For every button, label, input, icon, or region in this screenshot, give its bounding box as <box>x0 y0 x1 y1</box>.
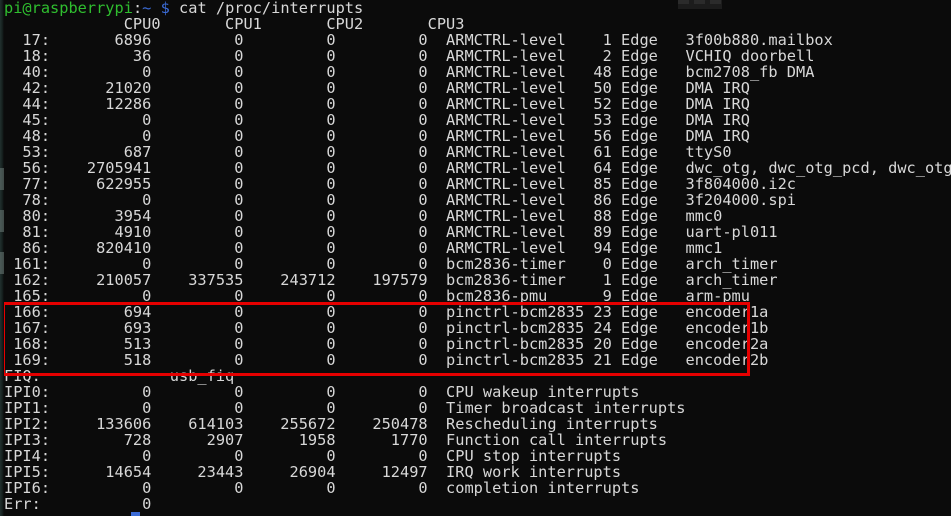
ipi-row: IPI6: 0 0 0 0 completion interrupts <box>4 479 640 497</box>
irq-row: 40: 0 0 0 0 ARMCTRL-level 48 Edge bcm270… <box>4 63 815 81</box>
irq-row: 81: 4910 0 0 0 ARMCTRL-level 89 Edge uar… <box>4 223 778 241</box>
irq-row: 53: 687 0 0 0 ARMCTRL-level 61 Edge ttyS… <box>4 143 732 161</box>
ipi-row: IPI5: 14654 23443 26904 12497 IRQ work i… <box>4 463 622 481</box>
irq-row: 17: 6896 0 0 0 ARMCTRL-level 1 Edge 3f00… <box>4 31 833 49</box>
irq-row: 56: 2705941 0 0 0 ARMCTRL-level 64 Edge … <box>4 159 951 177</box>
terminal-output[interactable]: pi@raspberrypi:~ $ cat /proc/interrupts … <box>0 0 951 516</box>
irq-row: 165: 0 0 0 0 bcm2836-pmu 9 Edge arm-pmu <box>4 287 750 305</box>
err-row: Err: 0 <box>4 495 152 513</box>
prompt-line: pi@raspberrypi:~ $ cat /proc/interrupts <box>4 0 364 17</box>
irq-row: 167: 693 0 0 0 pinctrl-bcm2835 24 Edge e… <box>4 319 769 337</box>
irq-row: 166: 694 0 0 0 pinctrl-bcm2835 23 Edge e… <box>4 303 769 321</box>
window-controls-remnant <box>678 0 722 9</box>
cpu-header-row: CPU0 CPU1 CPU2 CPU3 <box>4 15 465 33</box>
irq-row: 42: 21020 0 0 0 ARMCTRL-level 50 Edge DM… <box>4 79 750 97</box>
irq-row: 77: 622955 0 0 0 ARMCTRL-level 85 Edge 3… <box>4 175 797 193</box>
irq-row: 162: 210057 337535 243712 197579 bcm2836… <box>4 271 778 289</box>
irq-row: 80: 3954 0 0 0 ARMCTRL-level 88 Edge mmc… <box>4 207 723 225</box>
ipi-row: IPI2: 133606 614103 255672 250478 Resche… <box>4 415 658 433</box>
ipi-row: IPI1: 0 0 0 0 Timer broadcast interrupts <box>4 399 686 417</box>
ipi-row: IPI4: 0 0 0 0 CPU stop interrupts <box>4 447 622 465</box>
irq-row: 169: 518 0 0 0 pinctrl-bcm2835 21 Edge e… <box>4 351 769 369</box>
background-window-edge <box>0 0 4 516</box>
irq-row: 78: 0 0 0 0 ARMCTRL-level 86 Edge 3f2040… <box>4 191 797 209</box>
irq-row: 18: 36 0 0 0 ARMCTRL-level 2 Edge VCHIQ … <box>4 47 815 65</box>
fiq-row: FIQ: usb_fiq <box>4 367 235 385</box>
ipi-row: IPI0: 0 0 0 0 CPU wakeup interrupts <box>4 383 640 401</box>
irq-row: 86: 820410 0 0 0 ARMCTRL-level 94 Edge m… <box>4 239 723 257</box>
irq-row: 45: 0 0 0 0 ARMCTRL-level 53 Edge DMA IR… <box>4 111 750 129</box>
ipi-row: IPI3: 728 2907 1958 1770 Function call i… <box>4 431 668 449</box>
terminal-window: pi@raspberrypi:~ $ cat /proc/interrupts … <box>0 0 951 516</box>
irq-row: 161: 0 0 0 0 bcm2836-timer 0 Edge arch_t… <box>4 255 778 273</box>
irq-row: 44: 12286 0 0 0 ARMCTRL-level 52 Edge DM… <box>4 95 750 113</box>
terminal-cursor-fragment <box>131 512 140 516</box>
irq-row: 48: 0 0 0 0 ARMCTRL-level 56 Edge DMA IR… <box>4 127 750 145</box>
irq-row: 168: 513 0 0 0 pinctrl-bcm2835 20 Edge e… <box>4 335 769 353</box>
